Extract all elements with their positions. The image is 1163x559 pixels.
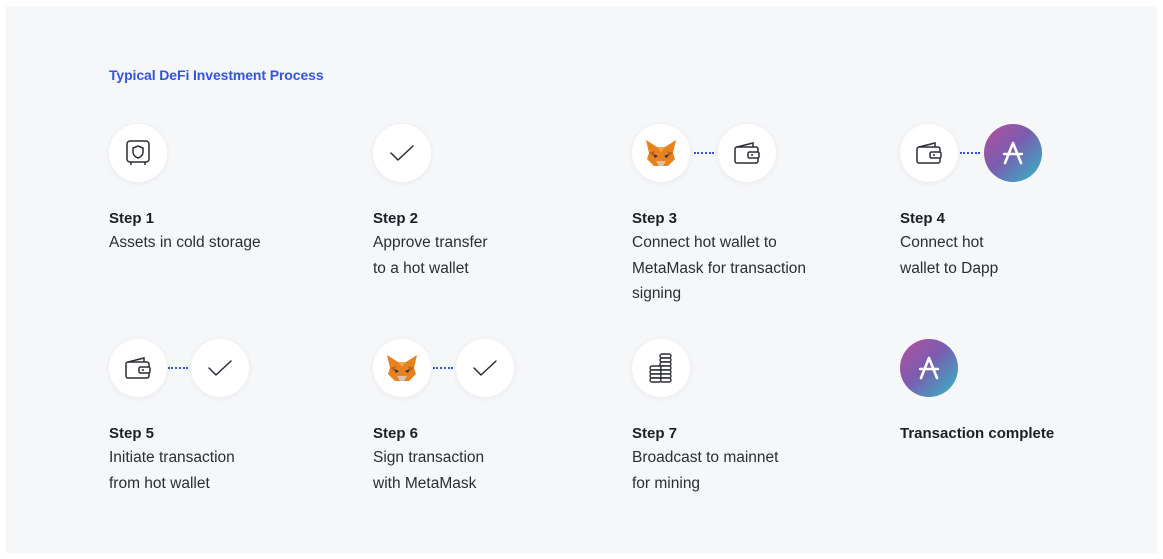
step-2-description: Approve transfer to a hot wallet <box>373 230 488 281</box>
step-7-line-2: for mining <box>632 474 701 492</box>
step-1-description: Assets in cold storage <box>109 230 261 256</box>
step-4-line-1: Connect hot <box>900 234 984 251</box>
check-icon <box>373 124 431 182</box>
safe-icon <box>109 124 167 182</box>
wallet-icon <box>900 124 958 182</box>
step-2-line-2: to a hot wallet <box>373 259 469 277</box>
step-7-description: Broadcast to mainnet for mining <box>632 445 778 496</box>
aave-logo-icon <box>984 124 1042 182</box>
step-4-line-2: wallet to Dapp <box>900 259 999 277</box>
step-2-label: Step 2 <box>373 210 419 227</box>
step-1-line-1: Assets in cold storage <box>109 234 261 251</box>
metamask-fox-icon <box>632 124 690 182</box>
check-icon <box>456 339 514 397</box>
step-3-line-2: MetaMask for transaction <box>632 259 807 277</box>
step-5-description: Initiate transaction from hot wallet <box>109 445 235 496</box>
step-2-line-1: Approve transfer <box>373 234 488 251</box>
step-3-label: Step 3 <box>632 210 678 227</box>
coin-stack-icon <box>632 339 690 397</box>
wallet-icon <box>109 339 167 397</box>
step-7-line-1: Broadcast to mainnet <box>632 449 779 466</box>
diagram-title: Typical DeFi Investment Process <box>109 67 324 83</box>
step-6-label: Step 6 <box>373 425 419 442</box>
transaction-complete-label: Transaction complete <box>900 425 1055 442</box>
metamask-fox-icon <box>373 339 431 397</box>
step-5-line-2: from hot wallet <box>109 474 210 492</box>
step-6-description: Sign transaction with MetaMask <box>373 445 484 496</box>
step-1-label: Step 1 <box>109 210 155 227</box>
step-4-description: Connect hot wallet to Dapp <box>900 230 998 281</box>
connector-dots <box>433 367 453 369</box>
connector-dots <box>960 152 980 154</box>
step-6-line-1: Sign transaction <box>373 449 485 466</box>
step-3-description: Connect hot wallet to MetaMask for trans… <box>632 230 806 307</box>
wallet-icon <box>718 124 776 182</box>
step-3-line-1: Connect hot wallet to <box>632 234 777 251</box>
step-6-line-2: with MetaMask <box>373 474 477 492</box>
step-4-label: Step 4 <box>900 210 946 227</box>
check-icon <box>191 339 249 397</box>
step-3-line-3: signing <box>632 285 682 302</box>
aave-logo-icon <box>900 339 958 397</box>
connector-dots <box>168 367 188 369</box>
step-7-label: Step 7 <box>632 425 678 442</box>
step-5-line-1: Initiate transaction <box>109 449 235 466</box>
connector-dots <box>694 152 714 154</box>
step-5-label: Step 5 <box>109 425 155 442</box>
